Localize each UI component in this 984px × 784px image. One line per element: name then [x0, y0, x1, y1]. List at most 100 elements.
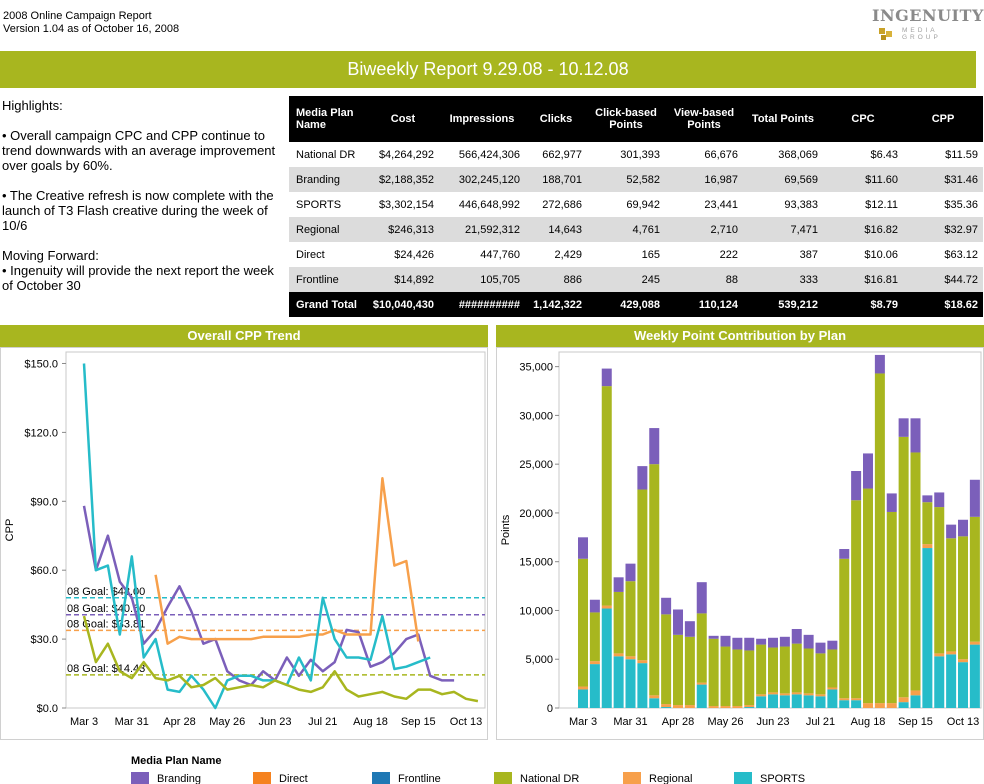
bar-segment — [578, 558, 588, 687]
x-tick-label: Jul 21 — [308, 716, 337, 728]
bar-segment — [578, 689, 588, 708]
table-row[interactable]: Frontline $14,892 105,705 886 245 88 333 $16.81… — [289, 267, 983, 292]
bar-segment — [969, 479, 980, 517]
total-cell: $8.79 — [823, 292, 903, 317]
bar-segment — [827, 689, 838, 708]
table-cell: 446,648,992 — [458, 198, 520, 211]
legend-swatch — [131, 772, 149, 784]
bar-segment — [708, 635, 719, 639]
bar-segment — [803, 695, 814, 708]
bar-segment — [744, 707, 755, 708]
report-title: 2008 Online Campaign Report — [3, 10, 152, 22]
bar-segment — [720, 706, 731, 708]
table-cell: 301,393 — [620, 148, 660, 161]
bar-segment — [922, 502, 933, 545]
bar-segment — [744, 705, 755, 708]
bar-segment — [969, 516, 980, 642]
y-tick-label: 25,000 — [519, 459, 553, 471]
y-tick-label: 5,000 — [525, 654, 553, 666]
x-tick-label: Mar 31 — [115, 716, 149, 728]
column-header[interactable]: CPP — [903, 96, 983, 142]
bar-segment — [898, 697, 909, 703]
bar-segment — [851, 500, 862, 699]
table-cell: 566,424,306 — [458, 148, 520, 161]
bar-segment — [946, 524, 957, 539]
column-header[interactable]: Impressions — [439, 96, 525, 142]
ingenuity-logo: INGENUITY MEDIA GROUP — [872, 6, 983, 42]
table-body: National DR $4,264,292 566,424,306 662,977 3… — [289, 142, 983, 317]
bar-segment — [779, 695, 790, 708]
bar-segment — [625, 563, 636, 582]
table-row[interactable]: Regional $246,313 21,592,312 14,643 4,761 2,7… — [289, 217, 983, 242]
table-cell: Regional — [289, 217, 367, 242]
table-row[interactable]: SPORTS $3,302,154 446,648,992 272,686 69,942… — [289, 192, 983, 217]
total-cell: $18.62 — [903, 292, 983, 317]
column-header[interactable]: Media Plan Name — [289, 96, 367, 142]
column-header[interactable]: CPC — [823, 96, 903, 142]
bar-segment — [969, 644, 980, 708]
legend-label: Branding — [157, 773, 202, 784]
x-tick-label: May 26 — [707, 716, 743, 728]
bar-segment — [946, 651, 957, 655]
table-cell: 93,383 — [784, 198, 818, 211]
table-cell: $10.06 — [864, 248, 898, 261]
column-header[interactable]: Click-based Points — [587, 96, 665, 142]
table-cell: 333 — [743, 267, 823, 292]
bar-segment — [696, 613, 707, 683]
moving-forward-bullet: • Ingenuity will provide the next report… — [2, 263, 274, 293]
bar-segment — [756, 694, 767, 697]
table-row[interactable]: National DR $4,264,292 566,424,306 662,977 3… — [289, 142, 983, 167]
x-tick-label: Sep 15 — [898, 716, 933, 728]
column-header[interactable]: View-based Points — [665, 96, 743, 142]
bar-segment — [934, 656, 945, 708]
bar-segment — [768, 692, 778, 695]
bar-segment — [958, 536, 968, 660]
bar-segment — [673, 609, 683, 635]
column-header[interactable]: Cost — [367, 96, 439, 142]
bar-segment — [601, 386, 612, 606]
table-cell: 245 — [587, 267, 665, 292]
bar-segment — [673, 634, 683, 706]
table-row[interactable]: Branding $2,188,352 302,245,120 188,701 52,5… — [289, 167, 983, 192]
legend-swatch — [494, 772, 512, 784]
bar-segment — [649, 428, 660, 465]
legend-swatch — [623, 772, 641, 784]
logo-subtitle: MEDIA GROUP — [902, 27, 941, 41]
bar-segment — [756, 696, 767, 708]
goal-label: 08 Goal: $14.43 — [67, 663, 145, 675]
total-cell: 539,212 — [743, 292, 823, 317]
table-cell: $31.46 — [903, 167, 983, 192]
table-cell: $44.72 — [903, 267, 983, 292]
bar-segment — [696, 582, 707, 614]
bar-segment — [922, 548, 933, 708]
bar-segment — [851, 698, 862, 701]
cpp-trend-chart[interactable]: $0.0 $30.0 $60.0 $90.0 $120.0 $150.0 Mar 3 Mar … — [1, 348, 487, 739]
table-cell: 2,710 — [665, 217, 743, 242]
table-cell: 222 — [719, 248, 738, 261]
highlights-section: Highlights: • Overall campaign CPC and C… — [2, 98, 282, 308]
column-header[interactable]: Clicks — [525, 96, 587, 142]
table-cell: 2,429 — [554, 248, 582, 261]
legend-label: Regional — [649, 773, 693, 784]
legend-label: Frontline — [398, 773, 441, 784]
legend-label: National DR — [520, 773, 580, 784]
legend-swatch — [734, 772, 752, 784]
bar-segment — [815, 696, 826, 708]
table-cell: 272,686 — [542, 198, 582, 211]
weekly-points-panel-title: Weekly Point Contribution by Plan — [496, 325, 984, 347]
total-cell: 429,088 — [587, 292, 665, 317]
bar-segment — [578, 686, 588, 690]
x-tick-label: Sep 15 — [401, 716, 436, 728]
x-tick-label: Jun 23 — [258, 716, 291, 728]
bar-segment — [874, 354, 885, 374]
legend-title: Media Plan Name — [131, 755, 222, 767]
table-cell: $16.81 — [823, 267, 903, 292]
bar-segment — [744, 650, 755, 706]
bar-segment — [589, 612, 600, 662]
y-tick-label: $90.0 — [30, 496, 58, 508]
weekly-points-chart[interactable]: 0 5,000 10,000 15,000 20,000 25,000 30,000 35,0… — [497, 348, 983, 739]
bar-segment — [613, 656, 624, 708]
column-header[interactable]: Total Points — [743, 96, 823, 142]
bar-segment — [601, 608, 612, 708]
table-row[interactable]: Direct $24,426 447,760 2,429 165 222 387 $10.06… — [289, 242, 983, 267]
